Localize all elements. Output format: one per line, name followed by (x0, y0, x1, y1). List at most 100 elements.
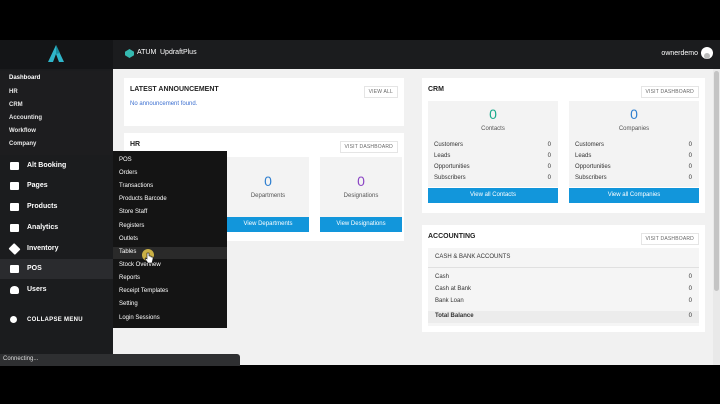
contacts-label: Contacts (481, 126, 505, 132)
updraftplus-menu[interactable]: UpdraftPlus (160, 49, 197, 56)
contacts-panel: 0 Contacts Customers 0 Leads 0 Opportuni… (428, 101, 558, 187)
sidebar-item-alt-booking[interactable]: Alt Booking (0, 156, 113, 176)
menu-item-store-staff[interactable]: Store Staff (119, 209, 147, 215)
contacts-row-label: Customers (434, 142, 464, 148)
sidebar-item-products[interactable]: Products (0, 197, 113, 217)
view-departments-button[interactable]: View Departments (227, 217, 309, 232)
companies-row-label: Customers (575, 142, 605, 148)
menu-item-transactions[interactable]: Transactions (119, 183, 153, 189)
menu-item-setting[interactable]: Setting (119, 301, 138, 307)
crm-title: CRM (428, 86, 444, 93)
avatar[interactable] (701, 47, 713, 59)
view-designations-button[interactable]: View Designations (320, 217, 402, 232)
companies-panel: 0 Companies Customers 0 Leads 0 Opportun… (569, 101, 699, 187)
departments-panel: 0 Departments (227, 157, 309, 217)
scrollbar-thumb[interactable] (714, 71, 719, 291)
account-balance: 0 (688, 286, 692, 292)
chart-icon (10, 224, 19, 232)
companies-row-value: 0 (688, 175, 692, 181)
companies-count: 0 (630, 106, 638, 122)
menu-item-tables[interactable]: Tables (119, 249, 136, 255)
sidebar-item-accounting[interactable]: Accounting (9, 115, 42, 121)
hand-cursor-icon (144, 252, 154, 264)
accounting-card: ACCOUNTING VISIT DASHBOARD CASH & BANK A… (422, 225, 705, 332)
sidebar: Dashboard HR CRM Accounting Workflow Com… (0, 69, 113, 365)
atum-menu[interactable]: ATUM (137, 49, 156, 56)
sidebar-item-users[interactable]: Users (0, 280, 113, 300)
logo-area[interactable] (0, 40, 113, 69)
crm-card: CRM VISIT DASHBOARD 0 Contacts Customers… (422, 78, 705, 213)
pos-icon (10, 265, 19, 273)
view-all-companies-button[interactable]: View all Companies (569, 188, 699, 203)
companies-row-label: Leads (575, 153, 592, 159)
view-all-button[interactable]: VIEW ALL (363, 86, 398, 98)
divider (428, 267, 699, 268)
account-name: Cash at Bank (435, 286, 472, 292)
companies-row-value: 0 (688, 153, 692, 159)
hr-title: HR (130, 141, 141, 148)
sidebar-item-workflow[interactable]: Workflow (9, 128, 36, 134)
sidebar-item-label: Pages (27, 182, 48, 189)
sidebar-item-company[interactable]: Company (9, 141, 36, 147)
crm-visit-dashboard-button[interactable]: VISIT DASHBOARD (640, 86, 699, 98)
sidebar-item-label: POS (27, 265, 42, 272)
cash-bank-panel: CASH & BANK ACCOUNTS Cash 0 Cash at Bank… (428, 248, 699, 326)
contacts-row-label: Leads (434, 153, 451, 159)
hr-visit-dashboard-button[interactable]: VISIT DASHBOARD (339, 141, 398, 153)
account-row: Bank Loan 0 (428, 296, 699, 308)
calendar-icon (10, 162, 19, 170)
account-balance: 0 (688, 298, 692, 304)
account-balance: 0 (688, 274, 692, 280)
sidebar-item-label: Products (27, 203, 58, 210)
sidebar-item-pages[interactable]: Pages (0, 176, 113, 196)
contacts-row-label: Subscribers (434, 175, 466, 181)
menu-item-products-barcode[interactable]: Products Barcode (119, 196, 167, 202)
announcement-card: LATEST ANNOUNCEMENT VIEW ALL No announce… (124, 78, 404, 126)
total-row: Total Balance 0 (428, 311, 699, 323)
companies-label: Companies (618, 126, 650, 132)
companies-row-value: 0 (688, 164, 692, 170)
sidebar-item-label: Users (27, 286, 47, 293)
tag-icon (8, 242, 21, 256)
menu-item-reports[interactable]: Reports (119, 275, 140, 281)
accounting-title: ACCOUNTING (428, 233, 476, 240)
contacts-count: 0 (489, 106, 497, 122)
sidebar-item-hr[interactable]: HR (9, 89, 18, 95)
sidebar-item-dashboard[interactable]: Dashboard (9, 75, 40, 81)
companies-row-label: Opportunities (575, 164, 611, 170)
contacts-row-value: 0 (547, 175, 551, 181)
menu-item-orders[interactable]: Orders (119, 170, 137, 176)
admin-topbar: ATUM UpdraftPlus ownerdemo (0, 40, 720, 69)
total-value: 0 (688, 313, 692, 319)
menu-item-outlets[interactable]: Outlets (119, 236, 138, 242)
sidebar-item-crm[interactable]: CRM (9, 102, 23, 108)
menu-item-stock-overview[interactable]: Stock Overview (119, 262, 161, 268)
designations-label: Designations (343, 193, 379, 199)
announcement-empty-text: No announcement found. (130, 101, 198, 107)
contacts-row-value: 0 (547, 164, 551, 170)
contacts-row-value: 0 (547, 142, 551, 148)
cash-bank-heading: CASH & BANK ACCOUNTS (435, 254, 511, 260)
pages-icon (10, 182, 19, 190)
logo-icon (48, 45, 64, 62)
sidebar-item-label: Analytics (27, 224, 59, 231)
user-name[interactable]: ownerdemo (661, 50, 698, 57)
announcement-title: LATEST ANNOUNCEMENT (130, 86, 219, 93)
collapse-menu-button[interactable]: COLLAPSE MENU (0, 310, 113, 330)
departments-label: Departments (250, 193, 286, 199)
sidebar-item-pos[interactable]: POS (0, 259, 113, 279)
sidebar-item-inventory[interactable]: Inventory (0, 239, 113, 259)
menu-item-pos[interactable]: POS (119, 157, 132, 163)
status-bar: Connecting... (0, 354, 240, 366)
menu-item-receipt-templates[interactable]: Receipt Templates (119, 288, 168, 294)
sidebar-item-analytics[interactable]: Analytics (0, 218, 113, 238)
accounting-visit-dashboard-button[interactable]: VISIT DASHBOARD (640, 233, 699, 245)
total-label: Total Balance (435, 313, 474, 319)
sidebar-item-label: Inventory (27, 245, 59, 252)
view-all-contacts-button[interactable]: View all Contacts (428, 188, 558, 203)
user-icon (10, 286, 19, 294)
menu-item-login-sessions[interactable]: Login Sessions (119, 315, 160, 321)
status-text: Connecting... (3, 356, 39, 362)
menu-item-registers[interactable]: Registers (119, 223, 144, 229)
box-icon (10, 203, 19, 211)
